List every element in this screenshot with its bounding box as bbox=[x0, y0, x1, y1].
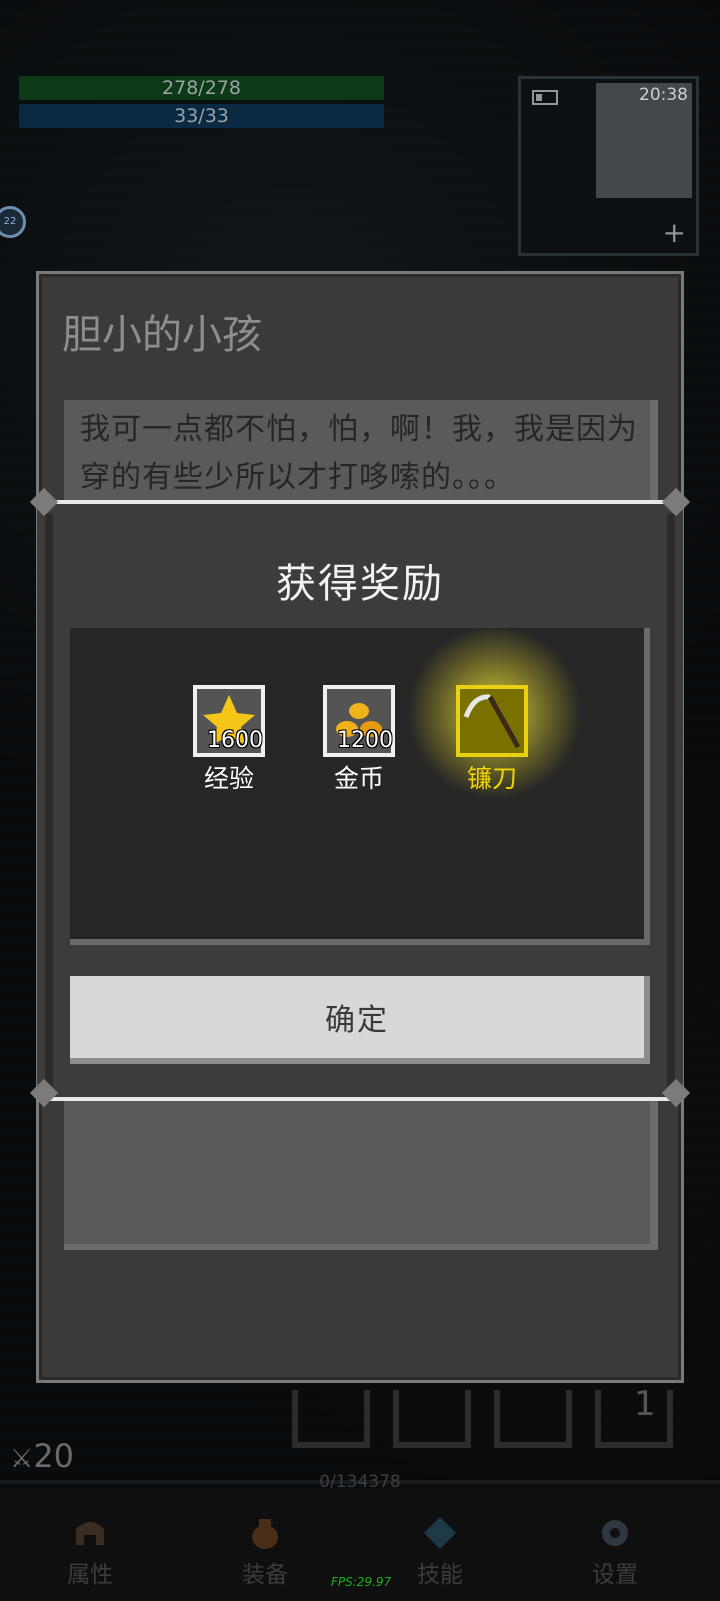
skill-slot-2[interactable] bbox=[393, 1390, 471, 1448]
confirm-button[interactable]: 确定 bbox=[70, 976, 650, 1064]
reward-title: 获得奖励 bbox=[276, 561, 444, 607]
nav-label: 技能 bbox=[417, 1562, 463, 1588]
nav-label: 属性 bbox=[67, 1562, 113, 1588]
nav-equipment[interactable]: 装备 bbox=[215, 1515, 315, 1589]
item-name: 金币 bbox=[333, 764, 384, 793]
skill-slot-3[interactable] bbox=[494, 1390, 572, 1448]
nav-settings[interactable]: 设置 bbox=[565, 1515, 665, 1589]
mp-bar: 33/33 bbox=[19, 104, 384, 128]
fps-counter: FPS:29.97 bbox=[331, 1575, 392, 1589]
reward-item-exp[interactable]: 1600 经验 bbox=[189, 685, 269, 795]
item-frame: 1200 bbox=[323, 685, 395, 757]
reward-item-gold[interactable]: 1200 金币 bbox=[319, 685, 399, 795]
item-quantity: 1200 bbox=[337, 728, 393, 753]
minimap[interactable]: 20:38 + bbox=[518, 76, 699, 256]
nav-label: 装备 bbox=[242, 1562, 288, 1588]
sword-icon: ⚔ bbox=[10, 1444, 34, 1474]
npc-name: 胆小的小孩 bbox=[62, 312, 262, 358]
battery-icon bbox=[532, 90, 558, 105]
item-quantity: 1600 bbox=[207, 728, 263, 753]
zoom-in-icon[interactable]: + bbox=[663, 219, 686, 247]
item-frame: 1600 bbox=[193, 685, 265, 757]
weapon-count: ⚔20 bbox=[10, 1437, 74, 1475]
item-frame bbox=[456, 685, 528, 757]
nav-label: 设置 bbox=[592, 1562, 638, 1588]
gear-icon bbox=[602, 1520, 628, 1546]
scythe-icon bbox=[463, 694, 521, 749]
hp-bar: 278/278 bbox=[19, 76, 384, 100]
weapon-count-value: 20 bbox=[33, 1437, 75, 1475]
clock: 20:38 bbox=[639, 85, 688, 105]
skill-slot-1[interactable] bbox=[292, 1390, 370, 1448]
item-name: 经验 bbox=[203, 764, 254, 793]
item-name: 镰刀 bbox=[466, 764, 517, 793]
reward-item-scythe[interactable]: 镰刀 bbox=[452, 685, 532, 795]
bag-icon bbox=[252, 1519, 278, 1549]
crystal-icon bbox=[424, 1517, 456, 1549]
nav-skills[interactable]: 技能 bbox=[390, 1515, 490, 1589]
slot-number: 1 bbox=[634, 1384, 656, 1424]
npc-dialog-text: 我可一点都不怕，怕，啊！我，我是因为穿的有些少所以才打哆嗦的。。。 bbox=[80, 412, 638, 495]
helmet-icon bbox=[76, 1522, 104, 1545]
nav-attributes[interactable]: 属性 bbox=[40, 1515, 140, 1589]
